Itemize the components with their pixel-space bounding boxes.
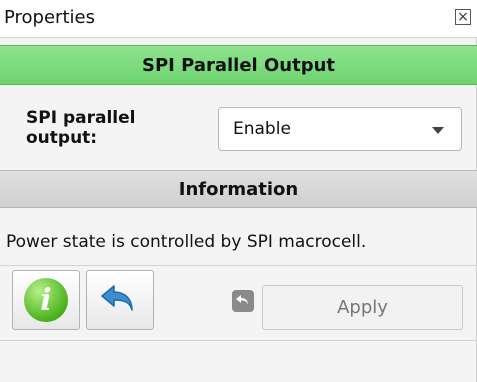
chevron-down-icon [432,127,444,134]
dropdown-value: Enable [233,119,291,139]
info-circle-icon: i [24,278,68,322]
property-label: SPI parallel output: [26,108,136,148]
information-header: Information [0,170,477,208]
info-glyph: i [40,282,52,318]
close-icon[interactable]: × [455,9,471,25]
title-bar: Properties × [0,0,477,38]
spi-parallel-output-select[interactable]: Enable [218,107,462,151]
properties-panel: Properties × SPI Parallel Output SPI par… [0,0,477,382]
panel-title: Properties [4,7,95,28]
undo-arrow-icon [98,282,142,318]
undo-button[interactable] [86,270,154,330]
revert-small-icon[interactable] [232,290,254,312]
bottom-divider [0,340,477,341]
toolbar-divider [0,265,477,266]
information-text: Power state is controlled by SPI macroce… [6,232,367,252]
apply-button[interactable]: Apply [262,285,463,330]
section-header: SPI Parallel Output [0,45,477,85]
info-button[interactable]: i [12,270,80,330]
